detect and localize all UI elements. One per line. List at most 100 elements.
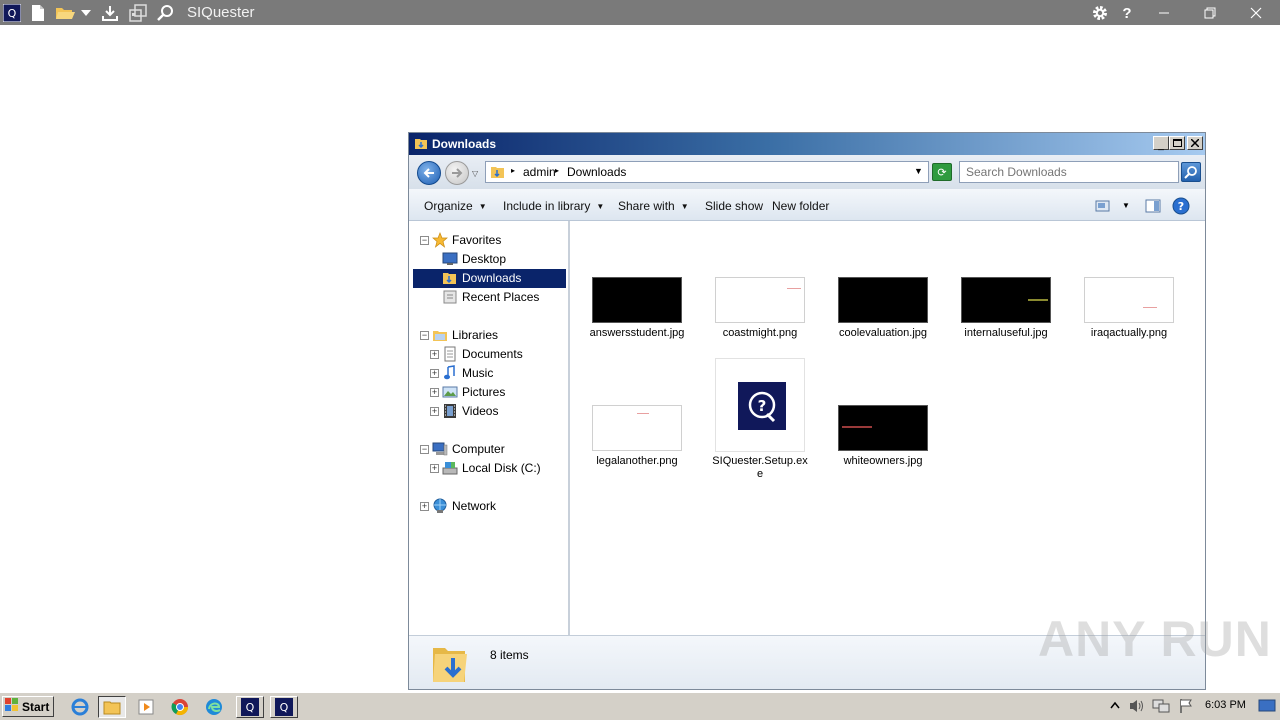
pictures-icon — [442, 384, 458, 400]
internet-explorer-icon[interactable] — [66, 696, 94, 718]
nav-computer[interactable]: − Computer — [409, 440, 566, 459]
address-bar[interactable]: ▸ admin ▸ Downloads ▼ — [485, 161, 929, 183]
file-item[interactable]: whiteowners.jpg — [833, 404, 933, 484]
svg-text:?: ? — [1178, 200, 1184, 213]
nav-music[interactable]: + Music — [409, 364, 566, 383]
favorites-label: Favorites — [452, 233, 502, 247]
nav-recent-places[interactable]: Recent Places — [409, 288, 566, 307]
breadcrumb-arrow-icon[interactable]: ▸ — [511, 166, 515, 175]
include-in-library-label: Include in library — [503, 199, 591, 213]
gear-icon[interactable] — [1088, 3, 1112, 23]
nav-desktop[interactable]: Desktop — [409, 250, 566, 269]
nav-videos[interactable]: + Videos — [409, 402, 566, 421]
siquester-task-icon[interactable]: Q — [270, 696, 298, 718]
search-icon[interactable] — [156, 3, 176, 23]
new-file-icon[interactable] — [28, 3, 48, 23]
nav-libraries[interactable]: − Libraries — [409, 326, 566, 345]
expand-icon[interactable]: + — [430, 388, 439, 397]
download-icon[interactable] — [100, 3, 120, 23]
change-view-icon[interactable] — [1095, 199, 1111, 216]
breadcrumb-downloads[interactable]: Downloads — [567, 165, 626, 179]
search-button[interactable] — [1181, 162, 1201, 182]
nav-pictures[interactable]: + Pictures — [409, 383, 566, 402]
image-thumbnail — [838, 405, 928, 451]
expand-icon[interactable]: + — [430, 350, 439, 359]
start-button[interactable]: Start — [2, 696, 54, 717]
chevron-down-icon: ▼ — [680, 202, 689, 211]
refresh-button[interactable]: ⟳ — [932, 163, 952, 181]
share-with-button[interactable]: Share with ▼ — [618, 199, 689, 213]
edge-icon[interactable] — [200, 696, 228, 718]
file-item[interactable]: answersstudent.jpg — [587, 276, 687, 356]
music-label: Music — [462, 366, 494, 380]
pictures-label: Pictures — [462, 385, 506, 399]
help-icon[interactable]: ? — [1172, 197, 1190, 218]
minimize-icon[interactable] — [1152, 3, 1176, 23]
help-icon[interactable]: ? — [1115, 3, 1139, 23]
expand-icon[interactable]: + — [430, 407, 439, 416]
import-icon[interactable] — [128, 3, 148, 23]
close-icon[interactable] — [1244, 3, 1268, 23]
chevron-down-icon[interactable] — [79, 3, 93, 23]
documents-label: Documents — [462, 347, 523, 361]
include-in-library-button[interactable]: Include in library ▼ — [503, 199, 604, 213]
new-folder-button[interactable]: New folder — [772, 199, 829, 213]
action-center-flag-icon[interactable] — [1176, 695, 1196, 717]
nav-local-disk[interactable]: + Local Disk (C:) — [409, 459, 566, 478]
back-button[interactable] — [417, 161, 441, 185]
show-desktop-icon[interactable] — [1256, 695, 1278, 717]
forward-button[interactable] — [445, 161, 469, 185]
file-item[interactable]: internaluseful.jpg — [956, 276, 1056, 356]
expand-icon[interactable]: + — [420, 502, 429, 511]
chrome-icon[interactable] — [166, 696, 194, 718]
recent-places-icon — [442, 289, 458, 305]
search-field[interactable] — [959, 161, 1179, 183]
file-item[interactable]: coolevaluation.jpg — [833, 276, 933, 356]
address-dropdown-icon[interactable]: ▼ — [914, 166, 923, 176]
nav-downloads[interactable]: Downloads — [413, 269, 566, 288]
computer-label: Computer — [452, 442, 505, 456]
nav-favorites[interactable]: − Favorites — [409, 231, 566, 250]
slide-show-button[interactable]: Slide show — [705, 199, 763, 213]
file-item[interactable]: coastmight.png — [710, 276, 810, 356]
collapse-icon[interactable]: − — [420, 236, 429, 245]
volume-icon[interactable] — [1127, 695, 1147, 717]
nav-network[interactable]: + Network — [409, 497, 566, 516]
tray-expand-icon[interactable] — [1108, 695, 1122, 717]
view-dropdown-icon[interactable]: ▼ — [1122, 201, 1130, 210]
minimize-button[interactable]: _ — [1153, 136, 1169, 150]
collapse-icon[interactable]: − — [420, 331, 429, 340]
address-row: ▽ ▸ admin ▸ Downloads ▼ ⟳ — [409, 155, 1205, 189]
file-item[interactable]: legalanother.png — [587, 404, 687, 484]
nav-documents[interactable]: + Documents — [409, 345, 566, 364]
network-status-icon[interactable] — [1151, 695, 1171, 717]
restore-icon[interactable] — [1198, 3, 1222, 23]
history-dropdown-icon[interactable]: ▽ — [472, 169, 478, 178]
siquester-logo-icon[interactable]: Q — [2, 3, 22, 23]
file-item[interactable]: ? SIQuester.Setup.exe — [710, 357, 810, 484]
maximize-button[interactable] — [1169, 136, 1185, 150]
open-folder-icon[interactable] — [55, 3, 75, 23]
app-toolbar: Q SIQuester ? — [0, 0, 1280, 25]
explorer-titlebar[interactable]: Downloads _ — [409, 133, 1205, 155]
navigation-pane: − Favorites Desktop Downloads Recent Pla… — [409, 221, 570, 635]
media-player-icon[interactable] — [132, 696, 160, 718]
clock[interactable]: 6:03 PM — [1205, 699, 1246, 711]
file-name: iraqactually.png — [1090, 327, 1168, 339]
windows-logo-icon — [5, 698, 19, 715]
computer-icon — [432, 441, 448, 457]
preview-pane-icon[interactable] — [1145, 199, 1161, 216]
breadcrumb-admin[interactable]: admin — [523, 165, 556, 179]
organize-button[interactable]: Organize ▼ — [424, 199, 487, 213]
expand-icon[interactable]: + — [430, 369, 439, 378]
close-button[interactable] — [1187, 136, 1203, 150]
breadcrumb-arrow-icon[interactable]: ▸ — [555, 166, 559, 175]
svg-text:Q: Q — [246, 701, 255, 714]
expand-icon[interactable]: + — [430, 464, 439, 473]
videos-icon — [442, 403, 458, 419]
siquester-task-icon[interactable]: Q — [236, 696, 264, 718]
file-item[interactable]: iraqactually.png — [1079, 276, 1179, 356]
file-explorer-icon[interactable] — [98, 696, 126, 718]
search-input[interactable] — [966, 163, 1162, 181]
collapse-icon[interactable]: − — [420, 445, 429, 454]
